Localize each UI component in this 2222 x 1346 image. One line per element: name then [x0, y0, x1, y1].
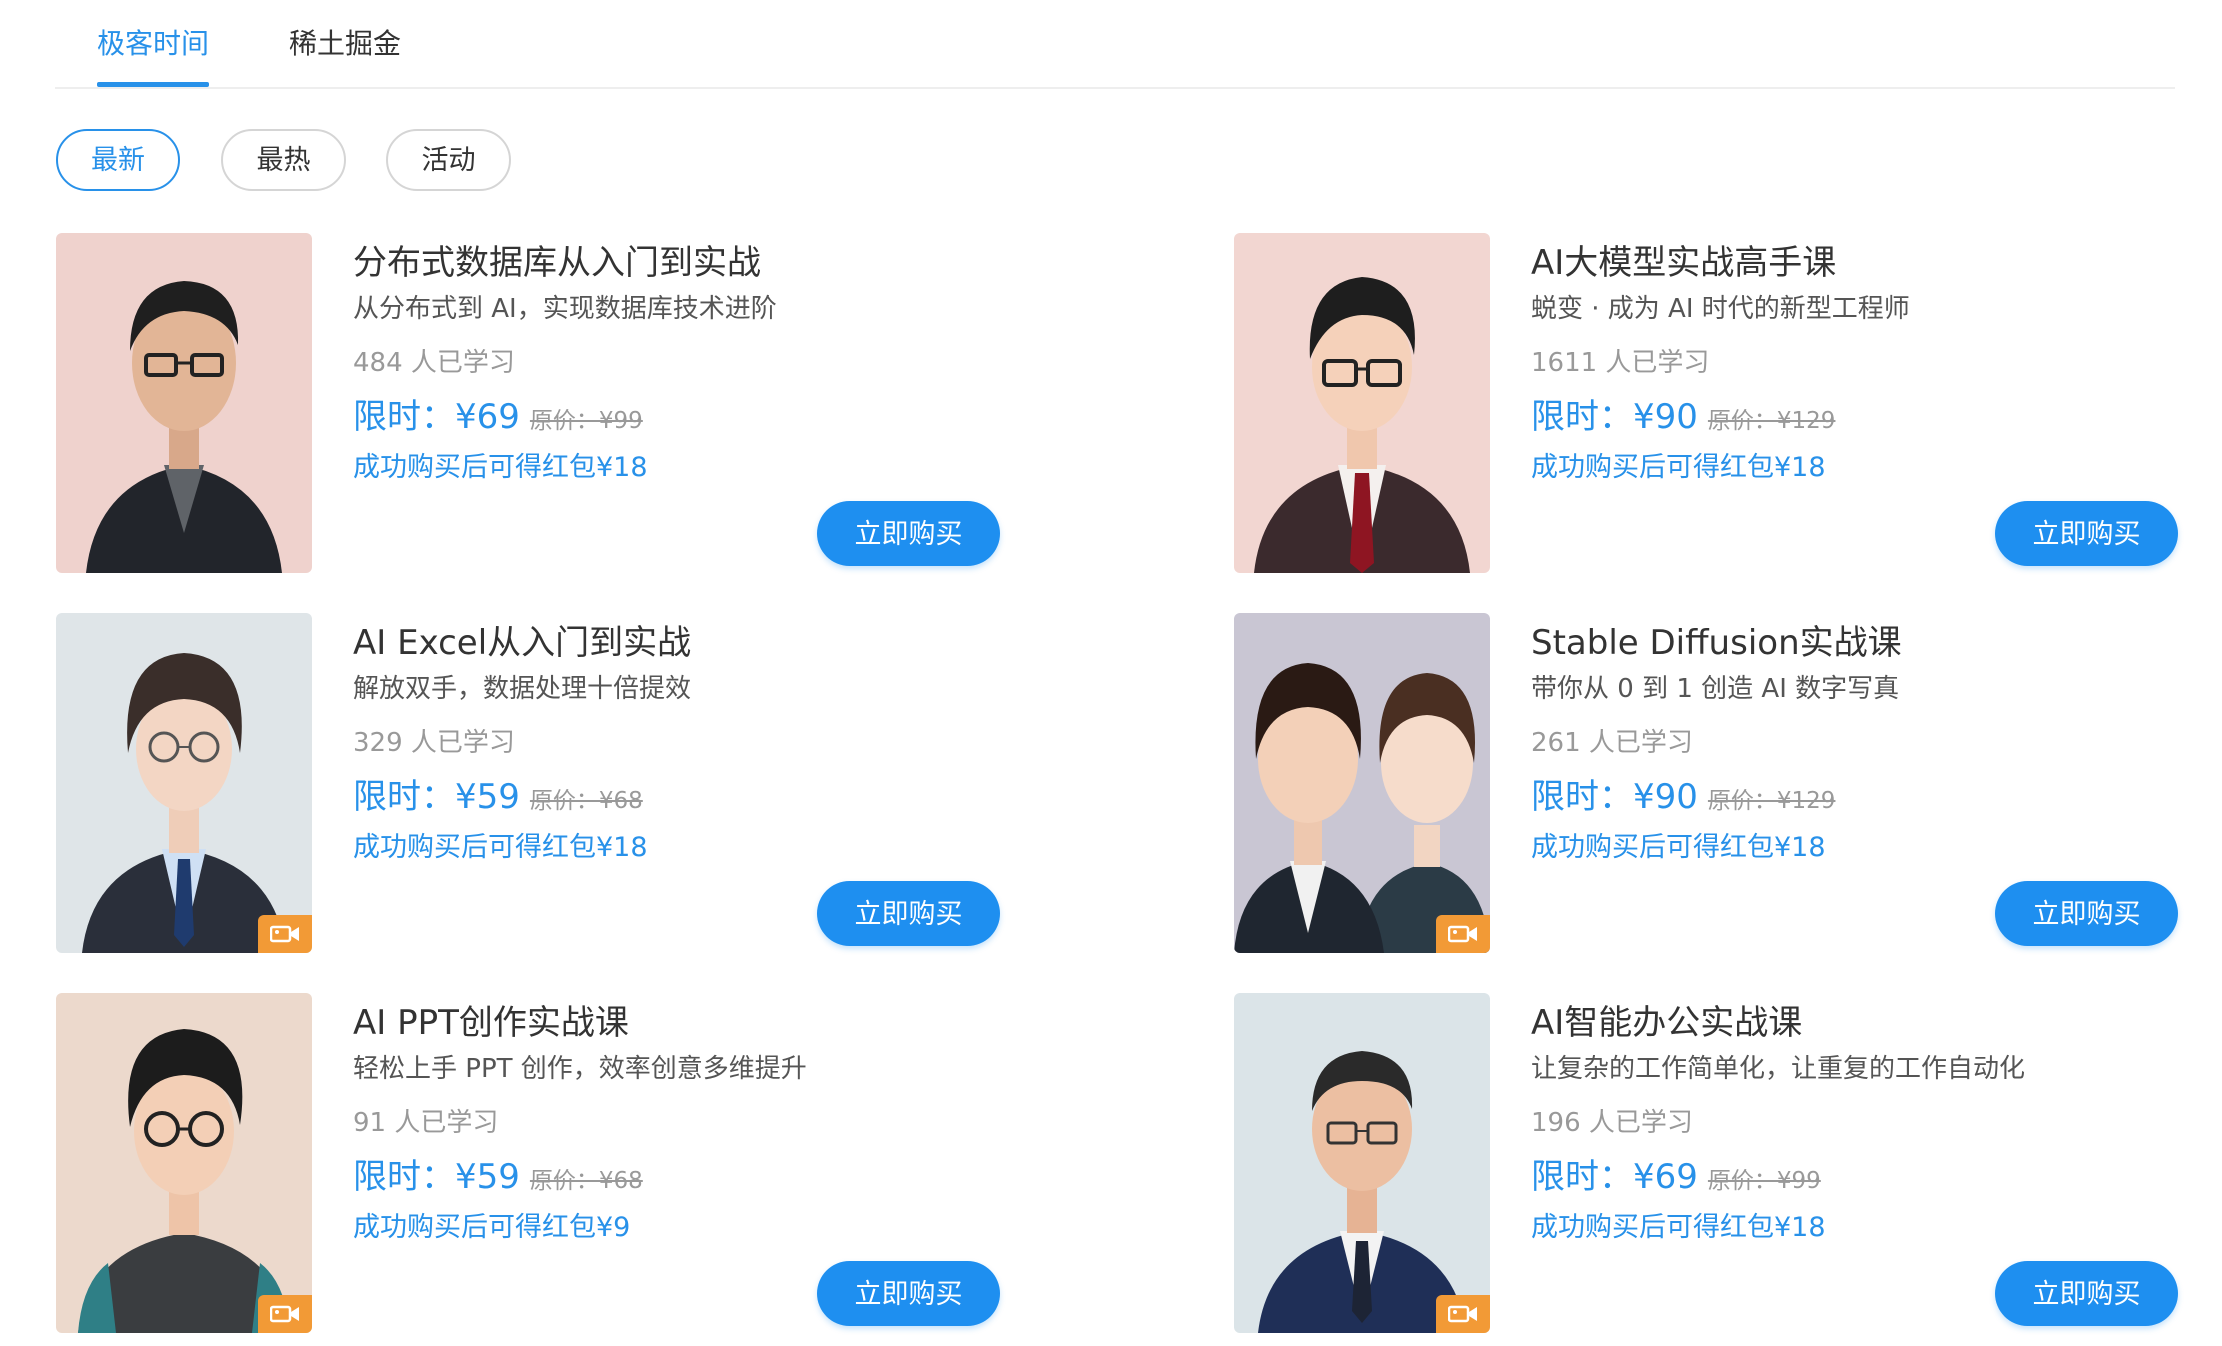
price-line: 限时：¥90 原价：¥129: [1531, 393, 1835, 447]
course-thumbnail[interactable]: [56, 993, 312, 1333]
original-price: 原价：¥99: [529, 408, 643, 434]
original-price: 原价：¥68: [529, 788, 643, 814]
price-line: 限时：¥59 原价：¥68: [353, 1153, 643, 1207]
learner-count: 329 人已学习: [353, 728, 515, 758]
price-line: 限时：¥90 原价：¥129: [1531, 773, 1835, 827]
sale-price: 限时：¥90: [1531, 777, 1698, 817]
video-icon: [1436, 915, 1490, 953]
red-packet-note: 成功购买后可得红包¥18: [353, 832, 648, 863]
buy-now-button[interactable]: 立即购买: [1995, 881, 2178, 946]
learner-count: 261 人已学习: [1531, 728, 1693, 758]
course-title[interactable]: AI PPT创作实战课: [353, 1001, 629, 1045]
course-title[interactable]: AI Excel从入门到实战: [353, 621, 691, 665]
course-card: AI PPT创作实战课 轻松上手 PPT 创作，效率创意多维提升 91 人已学习…: [56, 993, 1056, 1333]
video-icon: [1436, 1295, 1490, 1333]
course-subtitle: 带你从 0 到 1 创造 AI 数字写真: [1531, 674, 1900, 704]
learner-count: 484 人已学习: [353, 348, 515, 378]
buy-now-button[interactable]: 立即购买: [817, 501, 1000, 566]
course-card: AI Excel从入门到实战 解放双手，数据处理十倍提效 329 人已学习 限时…: [56, 613, 1056, 953]
original-price: 原价：¥129: [1707, 788, 1836, 814]
sale-price: 限时：¥59: [353, 1157, 520, 1197]
buy-now-button[interactable]: 立即购买: [817, 1261, 1000, 1326]
course-subtitle: 从分布式到 AI，实现数据库技术进阶: [353, 294, 777, 324]
course-card: AI大模型实战高手课 蜕变 · 成为 AI 时代的新型工程师 1611 人已学习…: [1234, 233, 2222, 573]
sale-price: 限时：¥90: [1531, 397, 1698, 437]
course-title[interactable]: 分布式数据库从入门到实战: [353, 241, 761, 285]
price-line: 限时：¥69 原价：¥99: [353, 393, 643, 447]
video-icon: [258, 915, 312, 953]
course-card: Stable Diffusion实战课 带你从 0 到 1 创造 AI 数字写真…: [1234, 613, 2222, 953]
course-subtitle: 解放双手，数据处理十倍提效: [353, 674, 692, 704]
original-price: 原价：¥129: [1707, 408, 1836, 434]
filter-newest[interactable]: 最新: [56, 129, 180, 191]
red-packet-note: 成功购买后可得红包¥9: [353, 1212, 631, 1243]
red-packet-note: 成功购买后可得红包¥18: [353, 452, 648, 483]
course-thumbnail[interactable]: [56, 233, 312, 573]
course-title[interactable]: AI大模型实战高手课: [1531, 241, 1836, 285]
learner-count: 196 人已学习: [1531, 1108, 1693, 1138]
price-line: 限时：¥69 原价：¥99: [1531, 1153, 1821, 1207]
course-subtitle: 让复杂的工作简单化，让重复的工作自动化: [1531, 1054, 2026, 1084]
original-price: 原价：¥68: [529, 1168, 643, 1194]
tab-geektime[interactable]: 极客时间: [97, 20, 210, 87]
course-title[interactable]: AI智能办公实战课: [1531, 1001, 1802, 1045]
course-thumbnail[interactable]: [1234, 993, 1490, 1333]
course-thumbnail[interactable]: [56, 613, 312, 953]
buy-now-button[interactable]: 立即购买: [1995, 501, 2178, 566]
original-price: 原价：¥99: [1707, 1168, 1821, 1194]
course-subtitle: 蜕变 · 成为 AI 时代的新型工程师: [1531, 294, 1910, 324]
filter-events[interactable]: 活动: [386, 129, 511, 191]
course-thumbnail[interactable]: [1234, 233, 1490, 573]
course-thumbnail[interactable]: [1234, 613, 1490, 953]
top-tab-bar: 极客时间 稀土掘金: [55, 0, 2175, 89]
sale-price: 限时：¥69: [353, 397, 520, 437]
sale-price: 限时：¥59: [353, 777, 520, 817]
video-icon: [258, 1295, 312, 1333]
filter-hottest[interactable]: 最热: [221, 129, 346, 191]
tab-juejin[interactable]: 稀土掘金: [289, 20, 401, 68]
red-packet-note: 成功购买后可得红包¥18: [1531, 832, 1826, 863]
red-packet-note: 成功购买后可得红包¥18: [1531, 1212, 1826, 1243]
course-title[interactable]: Stable Diffusion实战课: [1531, 621, 1902, 665]
course-subtitle: 轻松上手 PPT 创作，效率创意多维提升: [353, 1054, 807, 1084]
learner-count: 1611 人已学习: [1531, 348, 1710, 378]
course-card: AI智能办公实战课 让复杂的工作简单化，让重复的工作自动化 196 人已学习 限…: [1234, 993, 2222, 1333]
buy-now-button[interactable]: 立即购买: [817, 881, 1000, 946]
buy-now-button[interactable]: 立即购买: [1995, 1261, 2178, 1326]
course-card: 分布式数据库从入门到实战 从分布式到 AI，实现数据库技术进阶 484 人已学习…: [56, 233, 1056, 573]
price-line: 限时：¥59 原价：¥68: [353, 773, 643, 827]
learner-count: 91 人已学习: [353, 1108, 499, 1138]
sale-price: 限时：¥69: [1531, 1157, 1698, 1197]
red-packet-note: 成功购买后可得红包¥18: [1531, 452, 1826, 483]
